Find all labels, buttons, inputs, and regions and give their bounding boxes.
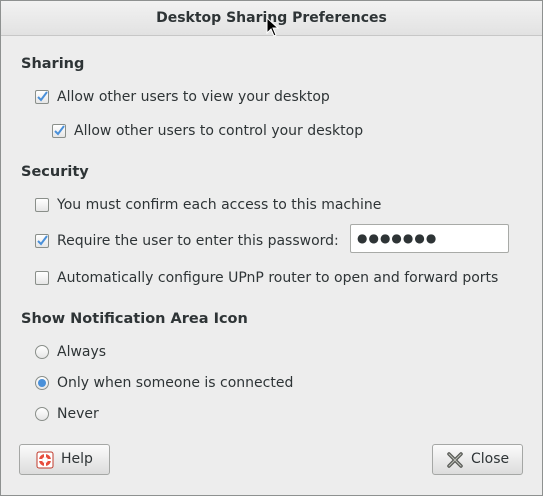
- upnp-check-box[interactable]: [35, 271, 49, 285]
- checkmark-icon: [37, 235, 48, 246]
- radio-never-label: Never: [57, 406, 99, 422]
- allow-view-check-box[interactable]: [35, 90, 49, 104]
- require-password-check-box[interactable]: [35, 234, 49, 248]
- close-x-icon: [447, 452, 463, 468]
- confirm-access-label: You must confirm each access to this mac…: [57, 197, 382, 213]
- checkmark-icon: [54, 125, 65, 136]
- confirm-access-check-box[interactable]: [35, 198, 49, 212]
- radio-never-button[interactable]: [35, 407, 49, 421]
- close-label: Close: [471, 451, 510, 467]
- help-label: Help: [61, 451, 93, 467]
- radio-always-button[interactable]: [35, 345, 49, 359]
- radio-when-connected-label: Only when someone is connected: [57, 375, 294, 391]
- security-heading: Security: [21, 164, 89, 180]
- password-field[interactable]: ●●●●●●●: [350, 224, 509, 253]
- help-button[interactable]: Help: [19, 444, 110, 475]
- allow-control-check-box[interactable]: [52, 124, 66, 138]
- require-password-label: Require the user to enter this password:: [57, 233, 339, 249]
- radio-selected-dot: [38, 379, 46, 387]
- allow-view-label: Allow other users to view your desktop: [57, 89, 330, 105]
- help-lifebuoy-icon: [36, 451, 54, 469]
- checkmark-icon: [37, 91, 48, 102]
- sharing-heading: Sharing: [21, 56, 85, 72]
- mouse-cursor-icon: [266, 17, 280, 37]
- allow-control-label: Allow other users to control your deskto…: [74, 123, 364, 139]
- notification-heading: Show Notification Area Icon: [21, 311, 248, 327]
- close-button[interactable]: Close: [432, 444, 523, 475]
- radio-when-connected-button[interactable]: [35, 376, 49, 390]
- preferences-dialog: Desktop Sharing Preferences Sharing Allo…: [0, 0, 543, 496]
- radio-always-label: Always: [57, 344, 107, 360]
- upnp-label: Automatically configure UPnP router to o…: [57, 270, 499, 286]
